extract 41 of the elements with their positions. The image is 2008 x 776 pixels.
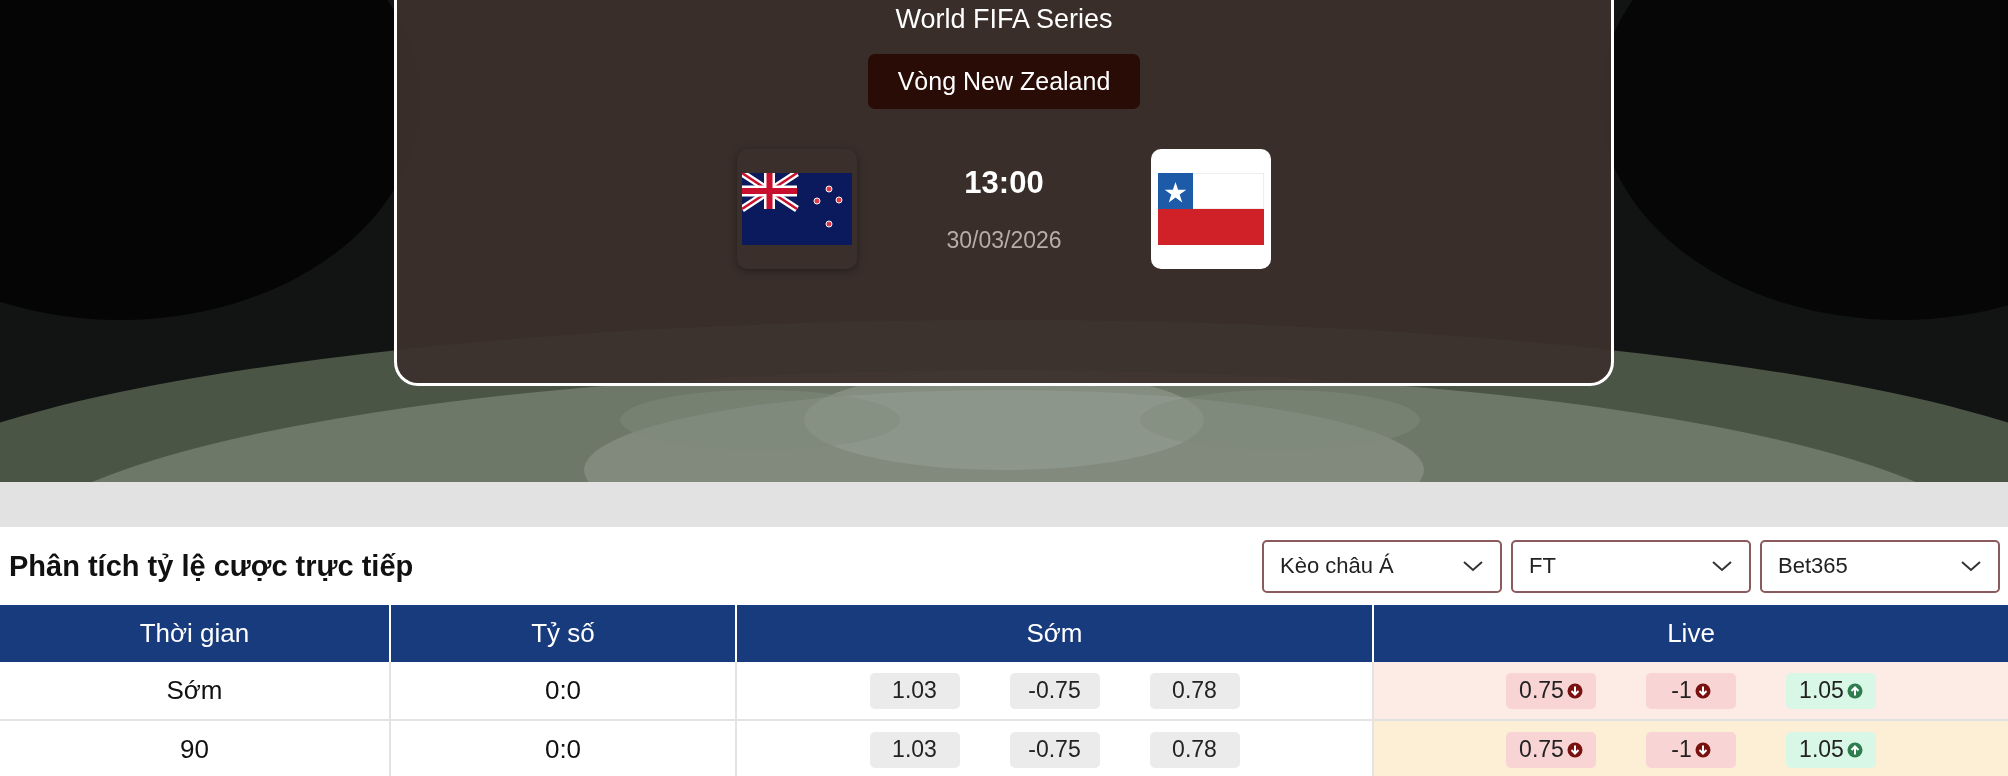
arrow-up-icon <box>1846 682 1863 699</box>
kickoff-time: 13:00 <box>964 164 1044 201</box>
arrow-up-icon <box>1846 741 1863 758</box>
live-odds-value: 1.05 <box>1786 731 1876 768</box>
live-odds-value: 0.75 <box>1506 731 1596 768</box>
home-team-flag[interactable] <box>737 149 857 269</box>
filter-dropdown[interactable]: Kèo châu Á <box>1262 539 1502 593</box>
chevron-down-icon <box>1462 560 1484 572</box>
arrow-down-icon <box>1694 741 1711 758</box>
arrow-down-icon <box>1566 682 1583 699</box>
odds-value: 0.78 <box>1149 672 1240 709</box>
round-badge: Vòng New Zealand <box>867 54 1141 109</box>
competition-name: World FIFA Series <box>895 4 1113 35</box>
table-cell: 0:0 <box>391 662 737 719</box>
away-team-flag[interactable] <box>1151 149 1271 269</box>
new-zealand-flag-icon <box>742 173 852 245</box>
odds-value: 0.78 <box>1149 731 1240 768</box>
filter-dropdown[interactable]: FT <box>1511 539 1751 593</box>
filter-dropdown[interactable]: Bet365 <box>1760 539 2000 593</box>
column-header: Live <box>1666 617 1716 650</box>
odds-value: -0.75 <box>1009 731 1100 768</box>
live-odds-value: -1 <box>1646 731 1736 768</box>
arrow-down-icon <box>1694 682 1711 699</box>
column-header: Tỷ số <box>391 605 737 662</box>
section-title: Phân tích tỷ lệ cược trực tiếp <box>9 549 414 583</box>
chevron-down-icon <box>1711 560 1733 572</box>
live-odds-value: 0.75 <box>1506 672 1596 709</box>
table-cell: Sớm <box>0 662 391 719</box>
odds-value: 1.03 <box>869 731 960 768</box>
chile-flag-icon <box>1158 173 1264 245</box>
live-odds-value: 1.05 <box>1786 672 1876 709</box>
table-cell: 90 <box>0 721 391 776</box>
table-cell: 0:0 <box>391 721 737 776</box>
column-header: Thời gian <box>0 605 391 662</box>
column-header: Sớm <box>737 605 1374 662</box>
odds-value: -0.75 <box>1009 672 1100 709</box>
arrow-down-icon <box>1566 741 1583 758</box>
live-odds-value: -1 <box>1646 672 1736 709</box>
match-date: 30/03/2026 <box>946 226 1062 254</box>
odds-value: 1.03 <box>869 672 960 709</box>
chevron-down-icon <box>1960 560 1982 572</box>
